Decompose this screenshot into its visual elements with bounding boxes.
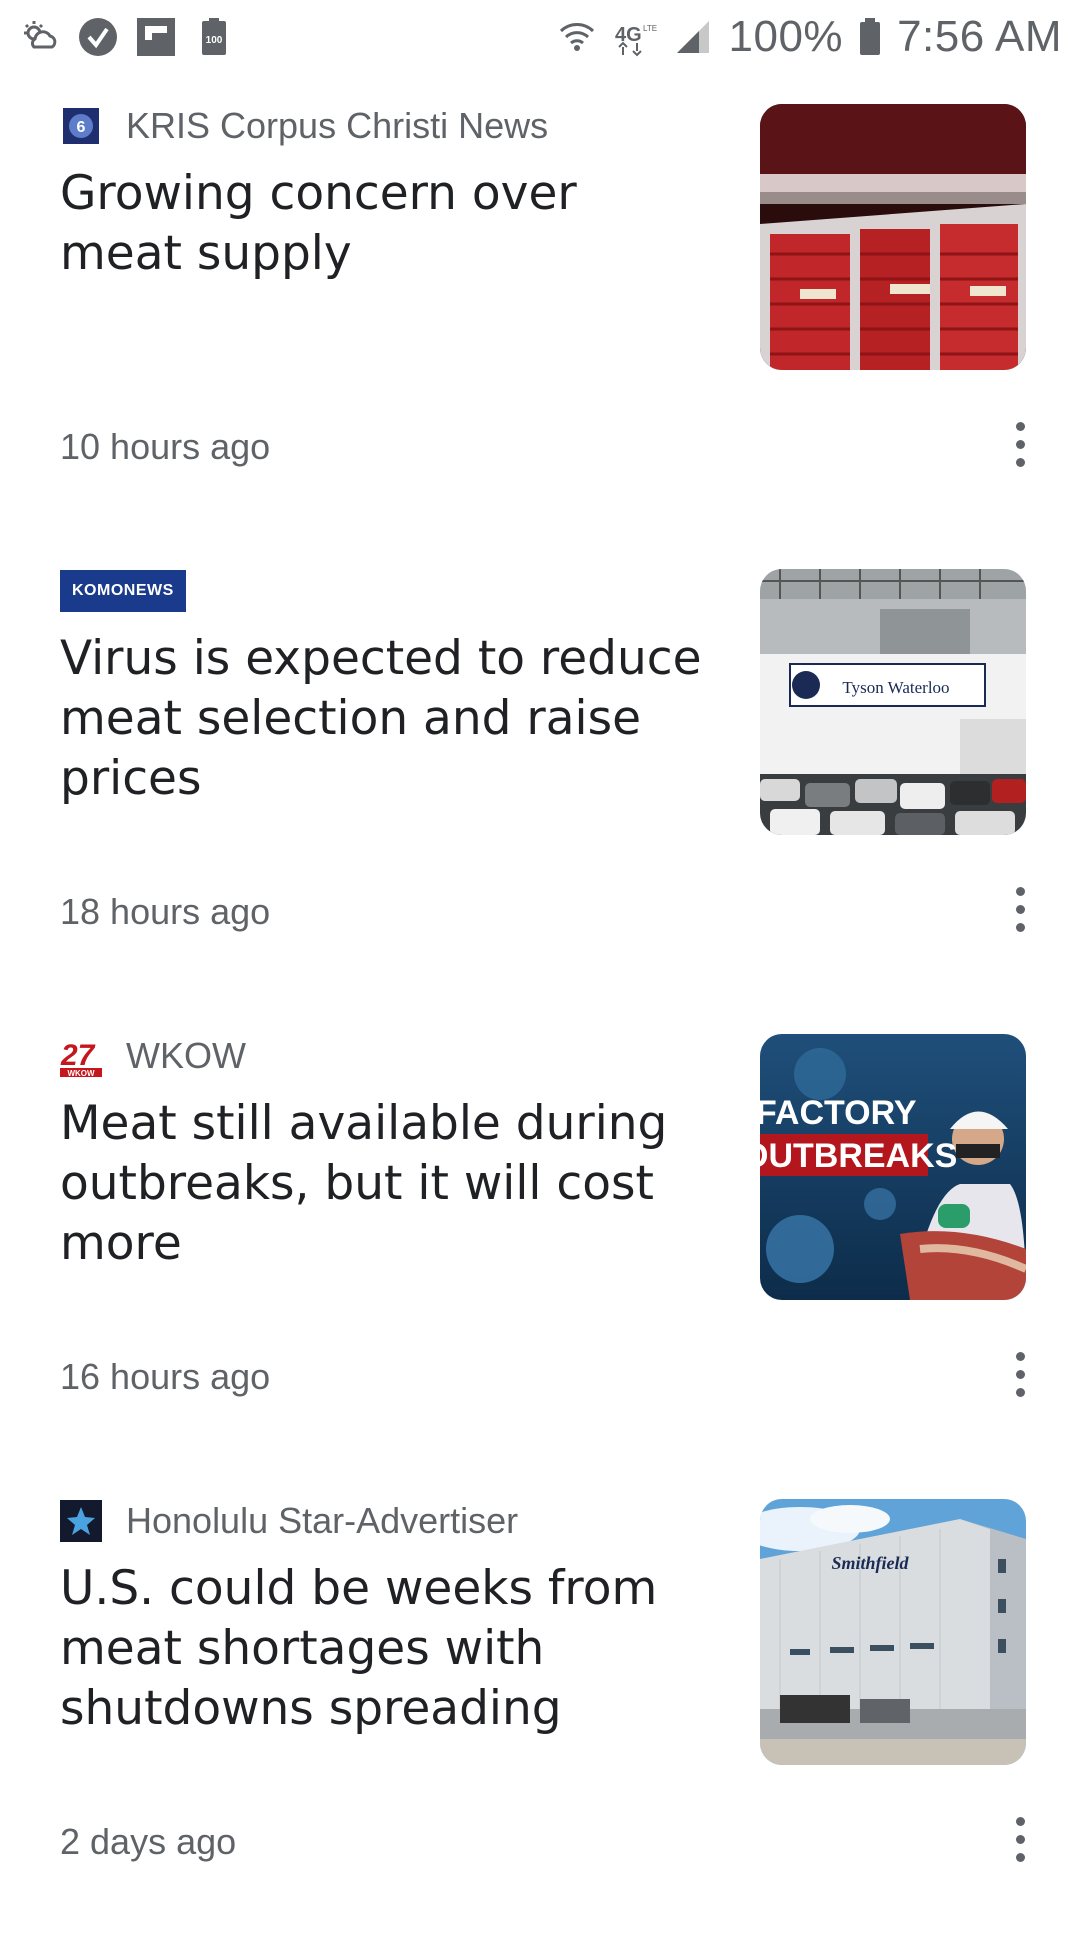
more-options-icon[interactable] [1000,1809,1040,1869]
battery-percent: 100% [728,12,844,61]
svg-text:OUTBREAKS: OUTBREAKS [760,1137,957,1175]
source-name: WKOW [126,1035,246,1076]
svg-text:LTE: LTE [643,24,657,33]
article-card[interactable]: Honolulu Star-Advertiser U.S. could be w… [0,1469,1080,1934]
kris-logo-icon: 6 [60,105,102,147]
source-row: KOMONEWS [60,569,186,613]
svg-text:WKOW: WKOW [67,1069,95,1077]
timestamp: 10 hours ago [60,426,271,467]
svg-text:4G: 4G [615,24,642,46]
article-card[interactable]: KOMONEWS Virus is expected to reduce mea… [0,539,1080,1004]
wkow-27-logo-icon: 27 WKOW [60,1035,102,1077]
source-row: 6 KRIS Corpus Christi News [60,104,548,148]
article-thumbnail-smithfield-plant[interactable]: Smithfield [760,1499,1026,1765]
timestamp: 2 days ago [60,1821,237,1862]
more-options-icon[interactable] [1000,414,1040,474]
wifi-icon [555,15,599,59]
headline[interactable]: U.S. could be weeks from meat shortages … [60,1559,710,1739]
network-4g-lte-icon: 4G LTE [613,15,657,59]
battery-icon [857,15,883,59]
svg-text:Smithfield: Smithfield [831,1553,909,1573]
flipboard-icon [134,15,178,59]
svg-text:Tyson Waterloo: Tyson Waterloo [842,678,949,697]
more-options-icon[interactable] [1000,879,1040,939]
article-card[interactable]: 27 WKOW WKOW Meat still available during … [0,1004,1080,1469]
source-row: Honolulu Star-Advertiser [60,1499,518,1543]
status-bar: 100 4G LTE 100% 7:56 AM [0,0,1080,74]
source-name: Honolulu Star-Advertiser [126,1500,519,1541]
source-name: KRIS Corpus Christi News [126,105,549,146]
status-bar-right: 4G LTE 100% 7:56 AM [555,12,1062,62]
signal-strength-icon [671,15,715,59]
star-advertiser-logo-icon [60,1500,102,1542]
status-bar-left: 100 [18,15,236,59]
svg-text:27: 27 [60,1039,96,1072]
news-feed: 6 KRIS Corpus Christi News Growing conce… [0,74,1080,1934]
komonews-logo: KOMONEWS [60,570,186,612]
article-thumbnail-tyson-plant[interactable]: Tyson Waterloo [760,569,1026,835]
article-card[interactable]: 6 KRIS Corpus Christi News Growing conce… [0,74,1080,539]
headline[interactable]: Virus is expected to reduce meat selecti… [60,629,710,809]
source-row: 27 WKOW WKOW [60,1034,246,1078]
more-options-icon[interactable] [1000,1344,1040,1404]
svg-text:6: 6 [77,119,86,136]
article-thumbnail-meat-display[interactable] [760,104,1026,370]
svg-text:100: 100 [206,35,223,46]
weather-partly-cloudy-icon [18,15,62,59]
clock: 7:56 AM [897,12,1062,61]
timestamp: 16 hours ago [60,1356,271,1397]
timestamp: 18 hours ago [60,891,271,932]
article-thumbnail-factory-outbreaks[interactable]: FACTORY OUTBREAKS [760,1034,1026,1300]
headline[interactable]: Growing concern over meat supply [60,164,710,284]
svg-text:FACTORY: FACTORY [760,1094,917,1132]
check-circle-icon [76,15,120,59]
headline[interactable]: Meat still available during outbreaks, b… [60,1094,710,1274]
battery-100-icon: 100 [192,15,236,59]
